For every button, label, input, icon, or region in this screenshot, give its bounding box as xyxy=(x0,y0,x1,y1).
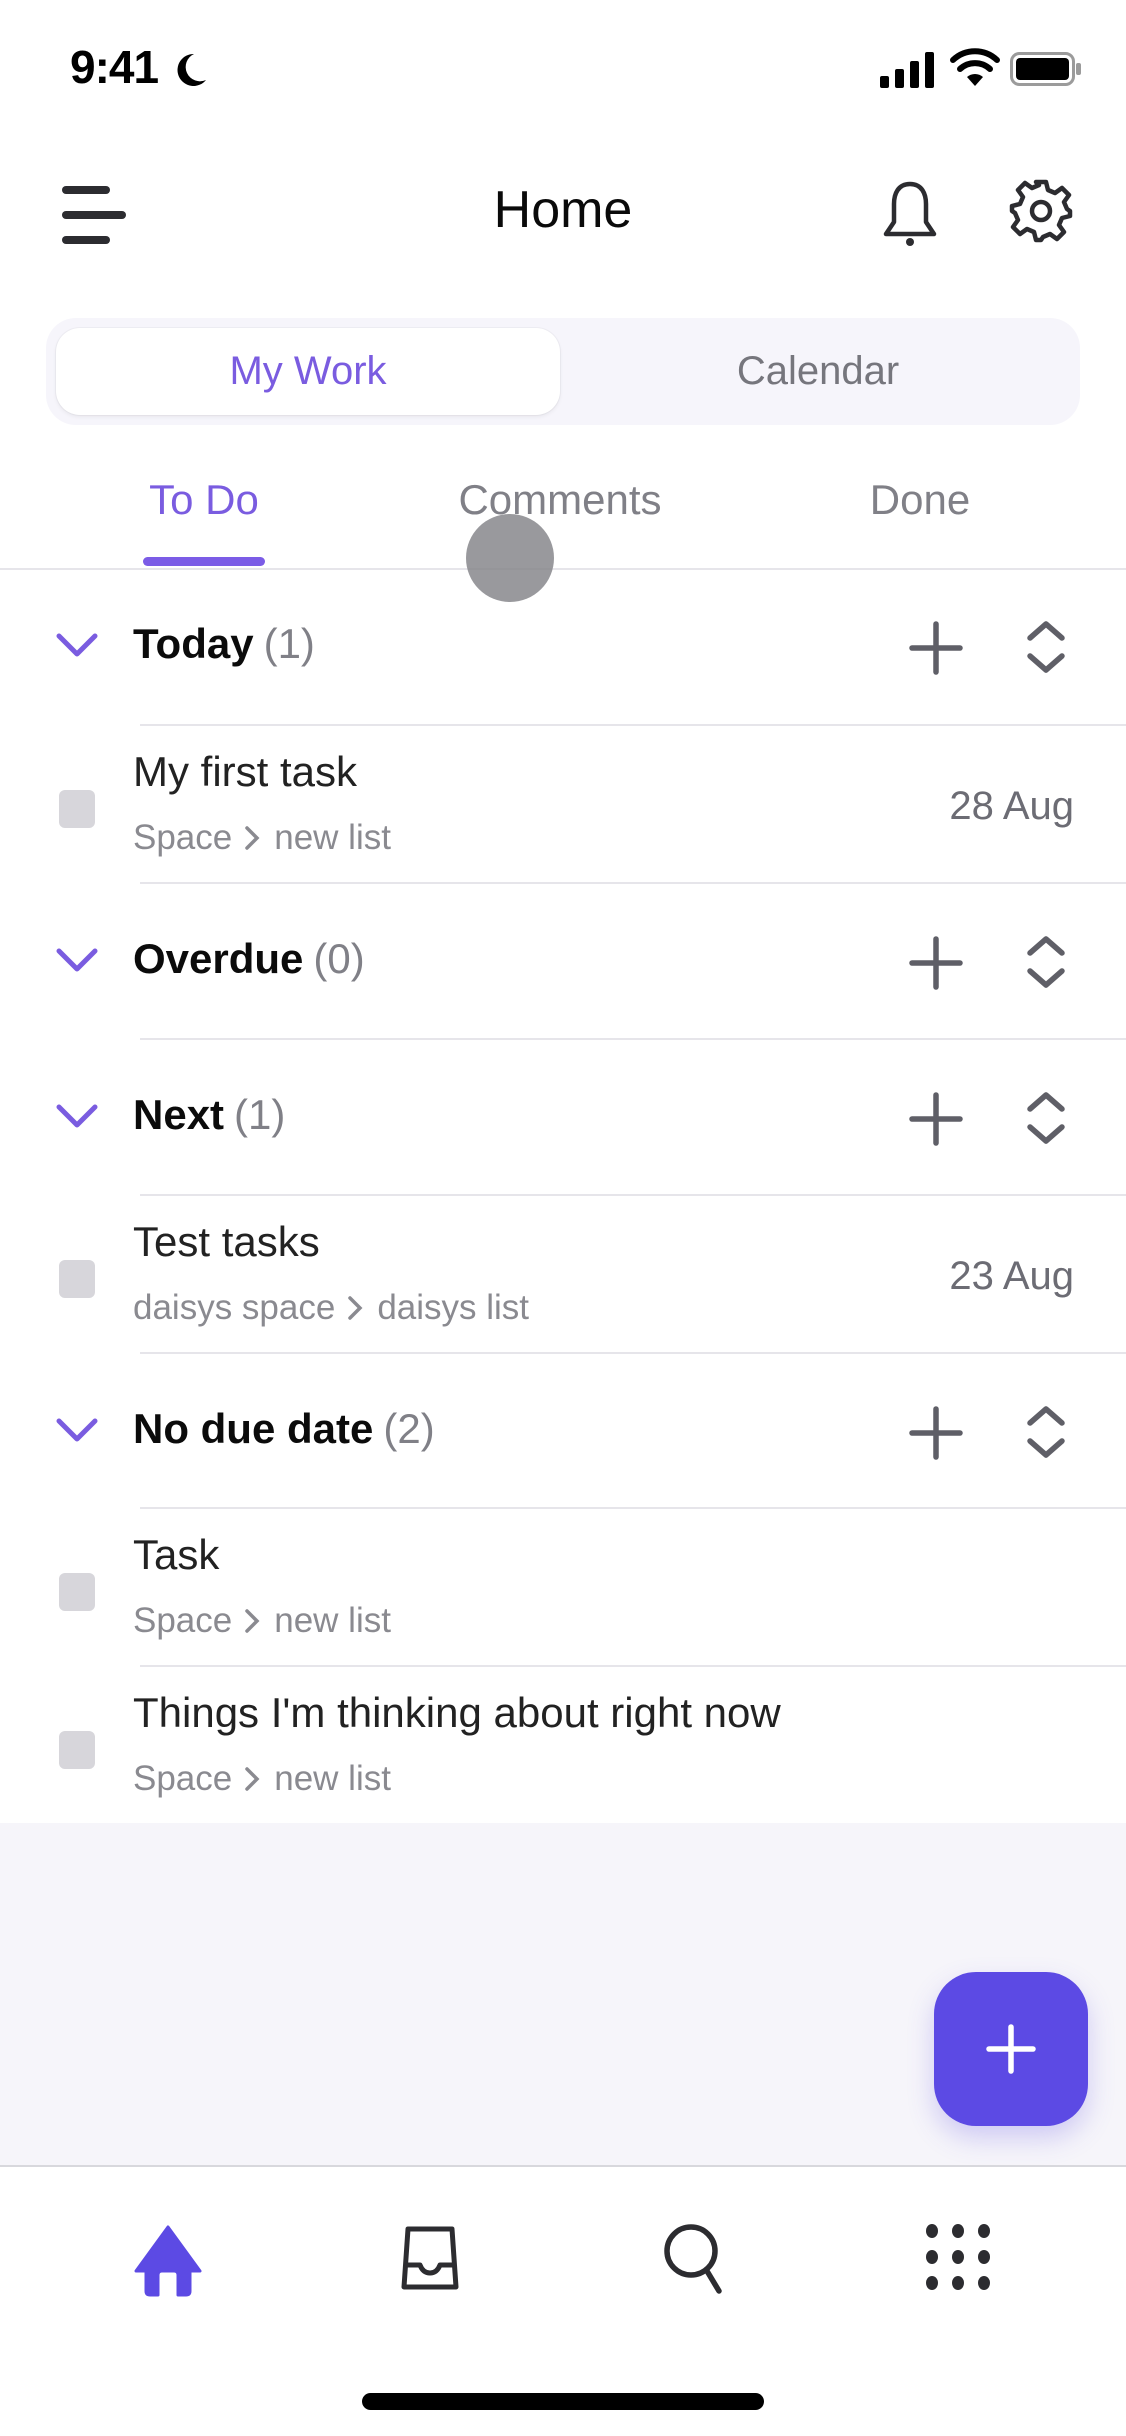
task-list: daisys list xyxy=(377,1288,530,1327)
task-title: My first task xyxy=(133,748,358,795)
section-header-no-due-date[interactable]: No due date (2) xyxy=(0,1385,1126,1475)
add-task-icon[interactable] xyxy=(908,1091,964,1147)
task-checkbox[interactable] xyxy=(59,790,95,828)
section-title: No due date xyxy=(133,1405,374,1452)
gear-icon[interactable] xyxy=(1008,176,1074,246)
segment-calendar[interactable]: Calendar xyxy=(566,328,1070,415)
cellular-signal-icon xyxy=(880,52,934,88)
task-list: new list xyxy=(274,818,391,857)
inbox-icon[interactable] xyxy=(390,2217,470,2297)
expand-collapse-icon[interactable] xyxy=(1022,1089,1070,1147)
divider xyxy=(140,882,1126,884)
section-title: Overdue xyxy=(133,935,304,982)
divider xyxy=(140,1038,1126,1040)
task-due-date: 23 Aug xyxy=(949,1254,1074,1298)
task-title: Things I'm thinking about right now xyxy=(133,1689,781,1736)
chevron-down-icon[interactable] xyxy=(54,943,100,977)
task-title: Task xyxy=(133,1531,220,1578)
section-header-today[interactable]: Today (1) xyxy=(0,600,1126,690)
chevron-down-icon[interactable] xyxy=(54,628,100,662)
task-location: daisys space daisys list xyxy=(133,1288,529,1328)
moon-icon xyxy=(177,53,206,86)
section-header-next[interactable]: Next (1) xyxy=(0,1071,1126,1161)
tab-comments[interactable]: Comments xyxy=(420,476,700,524)
view-segmented-control: My Work Calendar xyxy=(46,318,1080,425)
task-location: Space new list xyxy=(133,1759,391,1799)
task-due-date: 28 Aug xyxy=(949,784,1074,828)
section-count: (0) xyxy=(313,935,365,982)
add-task-icon[interactable] xyxy=(908,935,964,991)
apps-grid-icon[interactable] xyxy=(918,2217,998,2297)
task-location: Space new list xyxy=(133,818,391,858)
menu-icon[interactable] xyxy=(58,180,132,250)
section-header-overdue[interactable]: Overdue (0) xyxy=(0,915,1126,1005)
section-title: Next xyxy=(133,1091,225,1138)
task-row[interactable]: Things I'm thinking about right now Spac… xyxy=(0,1667,1126,1825)
add-fab-button[interactable] xyxy=(934,1972,1088,2126)
home-indicator xyxy=(362,2393,764,2410)
active-tab-indicator xyxy=(143,557,265,566)
section-count: (1) xyxy=(234,1091,286,1138)
chevron-right-icon xyxy=(348,1296,363,1320)
tab-to-do[interactable]: To Do xyxy=(143,476,265,524)
task-list: new list xyxy=(274,1759,391,1798)
task-title: Test tasks xyxy=(133,1218,320,1265)
search-icon[interactable] xyxy=(655,2217,735,2297)
add-task-icon[interactable] xyxy=(908,1405,964,1461)
plus-icon xyxy=(986,2024,1036,2074)
wifi-icon xyxy=(950,48,1000,86)
task-row[interactable]: My first task Space new list 28 Aug xyxy=(0,726,1126,884)
task-space: Space xyxy=(133,1601,233,1640)
expand-collapse-icon[interactable] xyxy=(1022,1403,1070,1461)
task-space: Space xyxy=(133,1759,233,1798)
divider xyxy=(140,1352,1126,1354)
expand-collapse-icon[interactable] xyxy=(1022,618,1070,676)
chevron-right-icon xyxy=(245,1609,260,1633)
expand-collapse-icon[interactable] xyxy=(1022,933,1070,991)
task-checkbox[interactable] xyxy=(59,1260,95,1298)
segment-my-work[interactable]: My Work xyxy=(56,328,560,415)
chevron-down-icon[interactable] xyxy=(54,1099,100,1133)
task-checkbox[interactable] xyxy=(59,1573,95,1611)
section-count: (1) xyxy=(263,620,315,667)
task-row[interactable]: Test tasks daisys space daisys list 23 A… xyxy=(0,1196,1126,1354)
status-time: 9:41 xyxy=(70,41,159,93)
section-count: (2) xyxy=(383,1405,435,1452)
task-location: Space new list xyxy=(133,1601,391,1641)
task-checkbox[interactable] xyxy=(59,1731,95,1769)
chevron-right-icon xyxy=(245,826,260,850)
tab-done[interactable]: Done xyxy=(840,476,1000,524)
home-icon[interactable] xyxy=(128,2217,208,2297)
section-title: Today xyxy=(133,620,254,667)
battery-icon xyxy=(1010,52,1081,86)
chevron-right-icon xyxy=(245,1767,260,1791)
tabs-divider xyxy=(0,568,1126,570)
bell-icon[interactable] xyxy=(878,178,942,252)
add-task-icon[interactable] xyxy=(908,620,964,676)
task-row[interactable]: Task Space new list xyxy=(0,1509,1126,1667)
touch-indicator xyxy=(466,514,554,602)
chevron-down-icon[interactable] xyxy=(54,1413,100,1447)
task-list: new list xyxy=(274,1601,391,1640)
task-space: daisys space xyxy=(133,1288,336,1327)
task-space: Space xyxy=(133,818,233,857)
page-title: Home xyxy=(493,181,633,239)
